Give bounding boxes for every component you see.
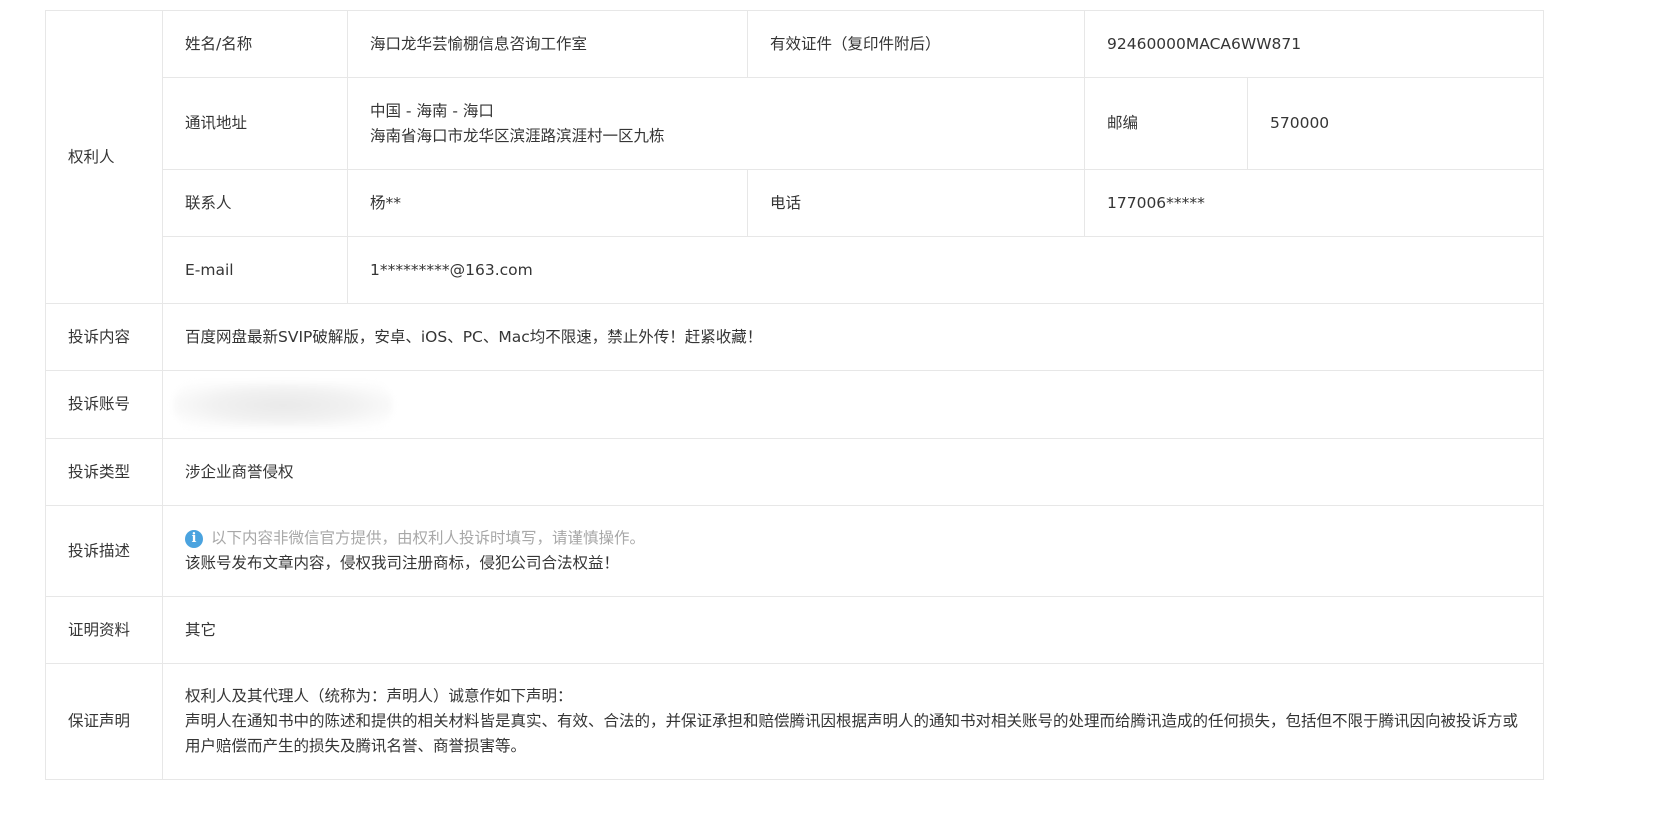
postcode-label: 邮编 — [1084, 77, 1248, 170]
info-icon: i — [185, 529, 203, 548]
complaint-type-value: 涉企业商誉侵权 — [162, 438, 1544, 506]
table-row: 保证声明 权利人及其代理人（统称为：声明人）诚意作如下声明： 声明人在通知书中的… — [45, 663, 1544, 780]
name-value: 海口龙华芸愉棚信息咨询工作室 — [347, 10, 748, 78]
table-row: 联系人 杨** 电话 177006***** — [46, 169, 1544, 237]
address-label: 通讯地址 — [162, 77, 348, 170]
email-label: E-mail — [162, 236, 348, 304]
table-row: 投诉描述 i 以下内容非微信官方提供，由权利人投诉时填写，请谨慎操作。 该账号发… — [45, 505, 1544, 597]
guarantee-statement: 权利人及其代理人（统称为：声明人）诚意作如下声明： 声明人在通知书中的陈述和提供… — [162, 663, 1544, 780]
table-row: 通讯地址 中国 - 海南 - 海口 海南省海口市龙华区滨涯路滨涯村一区九栋 邮编… — [46, 77, 1544, 170]
address-value: 中国 - 海南 - 海口 海南省海口市龙华区滨涯路滨涯村一区九栋 — [347, 77, 1085, 170]
email-value: 1*********@163.com — [347, 236, 1544, 304]
complaint-description-value: i 以下内容非微信官方提供，由权利人投诉时填写，请谨慎操作。 该账号发布文章内容… — [162, 505, 1544, 597]
id-document-value: 92460000MACA6WW871 — [1084, 10, 1544, 78]
complaint-description-label: 投诉描述 — [45, 505, 163, 597]
complaint-detail-table: 权利人 姓名/名称 海口龙华芸愉棚信息咨询工作室 有效证件（复印件附后） 924… — [45, 10, 1544, 780]
phone-value: 177006***** — [1084, 169, 1544, 237]
complaint-detail-page: 权利人 姓名/名称 海口龙华芸愉棚信息咨询工作室 有效证件（复印件附后） 924… — [0, 0, 1664, 816]
table-row: E-mail 1*********@163.com — [46, 236, 1544, 304]
table-row: 投诉账号 — [45, 370, 1544, 439]
address-region: 中国 - 海南 - 海口 — [370, 101, 494, 120]
description-text: 该账号发布文章内容，侵权我司注册商标，侵犯公司合法权益！ — [185, 554, 620, 572]
guarantee-intro: 权利人及其代理人（统称为：声明人）诚意作如下声明： — [185, 687, 573, 705]
table-row: 权利人 姓名/名称 海口龙华芸愉棚信息咨询工作室 有效证件（复印件附后） 924… — [45, 10, 1544, 304]
description-notice-text: 以下内容非微信官方提供，由权利人投诉时填写，请谨慎操作。 — [211, 529, 646, 547]
complaint-content-value: 百度网盘最新SVIP破解版，安卓、iOS、PC、Mac均不限速，禁止外传！赶紧收… — [162, 303, 1544, 371]
guarantee-label: 保证声明 — [45, 663, 163, 780]
blurred-account-redaction — [173, 381, 393, 428]
id-document-label: 有效证件（复印件附后） — [747, 10, 1085, 78]
contact-label: 联系人 — [162, 169, 348, 237]
table-row: 投诉内容 百度网盘最新SVIP破解版，安卓、iOS、PC、Mac均不限速，禁止外… — [45, 303, 1544, 371]
phone-label: 电话 — [747, 169, 1085, 237]
postcode-value: 570000 — [1247, 77, 1544, 170]
contact-value: 杨** — [347, 169, 748, 237]
description-notice: i 以下内容非微信官方提供，由权利人投诉时填写，请谨慎操作。 — [185, 526, 1521, 551]
address-detail: 海南省海口市龙华区滨涯路滨涯村一区九栋 — [370, 126, 665, 145]
evidence-value: 其它 — [162, 596, 1544, 664]
complaint-account-value — [162, 370, 1544, 439]
name-label: 姓名/名称 — [162, 10, 348, 78]
table-row: 证明资料 其它 — [45, 596, 1544, 664]
complaint-content-label: 投诉内容 — [45, 303, 163, 371]
complaint-account-label: 投诉账号 — [45, 370, 163, 439]
guarantee-body: 声明人在通知书中的陈述和提供的相关材料皆是真实、有效、合法的，并保证承担和赔偿腾… — [185, 712, 1519, 755]
complaint-type-label: 投诉类型 — [45, 438, 163, 506]
evidence-label: 证明资料 — [45, 596, 163, 664]
table-row: 投诉类型 涉企业商誉侵权 — [45, 438, 1544, 506]
rights-holder-section-label: 权利人 — [45, 10, 163, 304]
